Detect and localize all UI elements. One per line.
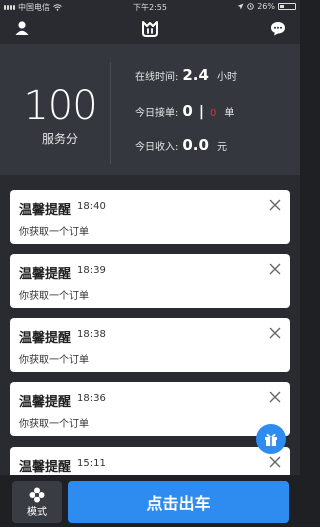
status-right: 26%	[237, 2, 296, 11]
online-time-row: 在线时间: 2.4 小时	[135, 66, 237, 84]
score-label: 服务分	[41, 132, 78, 146]
notification-title: 温馨提醒	[19, 331, 72, 346]
orders-extra: 0	[209, 108, 217, 119]
service-score: 100 服务分	[10, 84, 110, 147]
location-arrow-icon	[237, 3, 244, 10]
notification-title: 温馨提醒	[19, 267, 72, 282]
message-icon[interactable]	[270, 21, 286, 36]
battery-fill	[280, 5, 284, 8]
notification-title: 温馨提醒	[19, 395, 72, 410]
notification-title: 温馨提醒	[19, 460, 72, 475]
orders-label: 今日接单:	[135, 108, 179, 119]
close-icon[interactable]	[268, 390, 282, 404]
alarm-icon	[247, 3, 254, 10]
notification-title: 温馨提醒	[19, 203, 72, 218]
notification-card[interactable]: 温馨提醒 15:11	[10, 447, 290, 475]
depart-button[interactable]: 点击出车	[68, 481, 289, 523]
close-icon[interactable]	[268, 198, 282, 212]
notification-message: 你获取一个订单	[19, 291, 89, 302]
stats-divider	[110, 62, 111, 164]
mode-button[interactable]: 模式	[12, 481, 62, 523]
notification-list[interactable]: 温馨提醒 18:40 你获取一个订单 温馨提醒 18:39 你获取一个订单 温馨…	[0, 175, 300, 475]
income-label: 今日收入:	[135, 142, 179, 153]
notification-card[interactable]: 温馨提醒 18:36 你获取一个订单	[10, 382, 290, 436]
stats-panel: 100 服务分 在线时间: 2.4 小时 今日接单: 0 | 0 单 今日收入:…	[0, 44, 300, 175]
notification-time: 18:36	[77, 393, 106, 404]
income-row: 今日收入: 0.0 元	[135, 136, 227, 154]
battery-percent: 26%	[257, 2, 275, 11]
bottom-bar: 模式 点击出车	[0, 475, 300, 527]
notification-message: 你获取一个订单	[19, 419, 89, 430]
notification-card[interactable]: 温馨提醒 18:38 你获取一个订单	[10, 318, 290, 372]
notification-message: 你获取一个订单	[19, 355, 89, 366]
settings-flower-icon	[29, 487, 45, 503]
gift-button[interactable]	[256, 424, 286, 454]
online-label: 在线时间:	[135, 72, 179, 83]
orders-value: 0	[182, 102, 193, 120]
mode-label: 模式	[27, 507, 47, 518]
notification-card[interactable]: 温馨提醒 18:40 你获取一个订单	[10, 190, 290, 244]
gift-icon	[265, 433, 277, 446]
battery-icon	[278, 3, 296, 10]
close-icon[interactable]	[268, 262, 282, 276]
online-value: 2.4	[182, 66, 209, 84]
app-logo-icon	[142, 21, 158, 37]
notification-time: 18:39	[77, 265, 106, 276]
close-icon[interactable]	[268, 326, 282, 340]
notification-time: 18:38	[77, 329, 106, 340]
orders-row: 今日接单: 0 | 0 单	[135, 102, 234, 120]
notification-card[interactable]: 温馨提醒 18:39 你获取一个订单	[10, 254, 290, 308]
score-value: 100	[23, 83, 97, 129]
orders-unit: 单	[224, 108, 235, 119]
online-unit: 小时	[216, 72, 237, 83]
user-icon[interactable]	[14, 20, 30, 36]
income-unit: 元	[216, 142, 227, 153]
notification-time: 15:11	[77, 458, 106, 469]
close-icon[interactable]	[268, 455, 282, 469]
status-bar: 中国电信 下午2:55 26%	[0, 0, 300, 14]
app-header	[0, 14, 300, 44]
orders-separator: |	[198, 104, 204, 120]
income-value: 0.0	[182, 136, 209, 154]
notification-time: 18:40	[77, 201, 106, 212]
notification-message: 你获取一个订单	[19, 227, 89, 238]
